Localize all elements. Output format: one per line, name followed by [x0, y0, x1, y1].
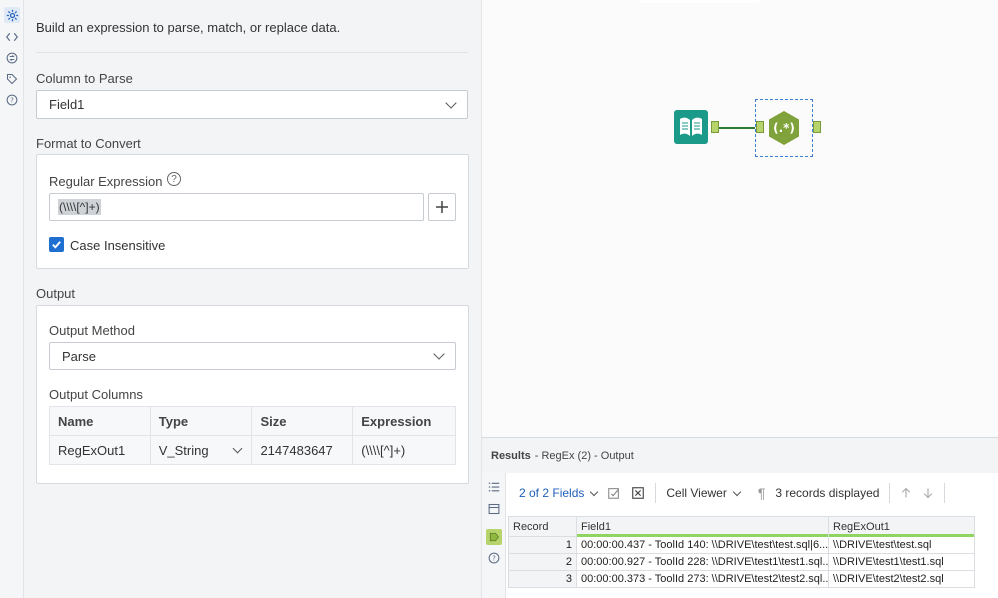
results-header: Results - RegEx (2) - Output [482, 438, 998, 473]
svg-text:?: ? [492, 555, 496, 563]
code-icon[interactable] [4, 29, 20, 45]
record-number: 2 [508, 553, 577, 571]
format-to-convert-label: Format to Convert [36, 136, 141, 151]
divider [36, 52, 468, 53]
canvas-top-highlight [639, 0, 759, 3]
output-anchor-icon[interactable] [486, 529, 502, 545]
field1-cell[interactable]: 00:00:00.373 - ToolId 273: \\DRIVE\test2… [576, 570, 829, 588]
config-icon-rail: ? [0, 0, 24, 598]
column-to-parse-value: Field1 [49, 97, 85, 112]
field1-cell[interactable]: 00:00:00.927 - ToolId 228: \\DRIVE\test1… [576, 553, 829, 571]
results-icon-rail: ? [482, 473, 506, 598]
column-header-name: Name [49, 406, 151, 436]
cell-viewer-label: Cell Viewer [666, 486, 727, 500]
plus-icon [436, 201, 448, 213]
help-icon[interactable]: ? [167, 172, 181, 186]
regex-tool-icon: (.*) [769, 111, 799, 145]
gear-icon[interactable] [4, 7, 20, 23]
regex-tool-window: ? Build an expression to parse, match, o… [0, 0, 998, 598]
output-method-value: Parse [62, 348, 96, 364]
workflow-canvas[interactable]: (.*) [481, 0, 998, 437]
edit-icon[interactable] [607, 486, 621, 500]
column-header-regexout1[interactable]: RegExOut1 [828, 516, 975, 538]
table-row[interactable]: 3 00:00:00.373 - ToolId 273: \\DRIVE\tes… [508, 570, 975, 588]
column-header-record[interactable]: Record [508, 516, 577, 537]
fields-dropdown[interactable]: 2 of 2 Fields [519, 486, 599, 500]
case-insensitive-label: Case Insensitive [70, 238, 166, 253]
results-title: Results [491, 449, 531, 462]
output-name-cell[interactable]: RegExOut1 [49, 435, 151, 465]
cell-viewer-dropdown[interactable]: Cell Viewer [666, 486, 742, 500]
regular-expression-label: Regular Expression [49, 174, 163, 189]
output-anchor[interactable] [711, 121, 719, 133]
help-icon[interactable]: ? [486, 550, 502, 566]
output-expression-cell: (\\\\[^]+) [352, 435, 456, 465]
format-to-convert-box: Regular Expression ? (\\\\[^]+) Case Ins… [36, 154, 469, 269]
svg-text:?: ? [10, 97, 14, 105]
regex-output-anchor[interactable] [813, 121, 821, 133]
connection-line[interactable] [719, 127, 755, 129]
field1-cell[interactable]: 00:00:00.437 - ToolId 140: \\DRIVE\test\… [576, 536, 829, 554]
table-row: RegExOut1 V_String 2147483647 (\\\\[^]+) [49, 435, 456, 465]
chevron-down-icon [445, 96, 457, 109]
arrow-up-icon[interactable] [900, 487, 912, 499]
pilcrow-icon[interactable]: ¶ [758, 485, 766, 501]
column-to-parse-label: Column to Parse [36, 71, 133, 86]
output-box: Output Method Parse Output Columns Name … [36, 305, 469, 484]
chevron-down-icon [233, 443, 243, 453]
results-grid: Record Field1 RegExOut1 1 00:00:00.437 -… [508, 516, 975, 588]
toolbar-divider [944, 483, 946, 503]
output-type-value: V_String [158, 442, 209, 458]
chevron-down-icon [433, 348, 445, 360]
regex-tool-glyph: (.*) [773, 121, 795, 135]
configuration-panel: Build an expression to parse, match, or … [24, 0, 481, 598]
canvas-background [482, 0, 998, 437]
output-label: Output [36, 286, 76, 301]
chevron-down-icon [590, 487, 599, 496]
results-pane: Results - RegEx (2) - Output ? 2 of 2 Fi… [481, 437, 998, 598]
output-method-label: Output Method [49, 323, 135, 338]
connections-icon[interactable] [4, 50, 20, 66]
column-header-expression: Expression [352, 406, 456, 436]
checkmark-icon [52, 241, 61, 249]
output-method-select[interactable]: Parse [49, 342, 456, 370]
column-header-type: Type [149, 406, 253, 436]
results-toolbar: 2 of 2 Fields Cell Viewer ¶ 3 records di… [507, 474, 998, 512]
tool-description: Build an expression to parse, match, or … [36, 20, 341, 35]
regular-expression-value: (\\\\[^]+) [58, 199, 101, 215]
table-icon[interactable] [486, 501, 502, 517]
column-header-size: Size [251, 406, 354, 436]
input-data-tool[interactable] [674, 110, 708, 144]
table-row[interactable]: 2 00:00:00.927 - ToolId 228: \\DRIVE\tes… [508, 553, 975, 571]
clear-filter-icon[interactable] [631, 486, 645, 500]
output-type-select[interactable]: V_String [149, 435, 253, 465]
table-row[interactable]: 1 00:00:00.437 - ToolId 140: \\DRIVE\tes… [508, 536, 975, 554]
toolbar-divider [655, 483, 657, 503]
regex-tool-selection[interactable]: (.*) [755, 99, 813, 157]
chevron-down-icon [732, 487, 742, 496]
help-icon[interactable]: ? [4, 92, 20, 108]
records-displayed: 3 records displayed [775, 486, 880, 500]
column-header-field1[interactable]: Field1 [576, 516, 829, 538]
regexout1-cell[interactable]: \\DRIVE\test\test.sql [828, 536, 975, 554]
record-number: 1 [508, 536, 577, 554]
record-number: 3 [508, 570, 577, 588]
output-columns-label: Output Columns [49, 387, 143, 402]
output-size-cell[interactable]: 2147483647 [251, 435, 354, 465]
regexout1-cell[interactable]: \\DRIVE\test2\test2.sql [828, 570, 975, 588]
toolbar-divider [889, 483, 891, 503]
results-subtitle: - RegEx (2) - Output [534, 449, 634, 462]
arrow-down-icon[interactable] [922, 487, 934, 499]
insert-token-button[interactable] [428, 193, 456, 221]
tag-icon[interactable] [4, 71, 20, 87]
book-icon [680, 117, 702, 136]
regular-expression-input[interactable]: (\\\\[^]+) [49, 193, 424, 221]
column-to-parse-select[interactable]: Field1 [36, 90, 468, 119]
output-columns-table: Name Type Size Expression RegExOut1 V_St… [49, 406, 456, 465]
case-insensitive-checkbox[interactable] [49, 237, 64, 252]
fields-label: 2 of 2 Fields [519, 486, 585, 500]
regexout1-cell[interactable]: \\DRIVE\test1\test1.sql [828, 553, 975, 571]
list-icon[interactable] [486, 479, 502, 495]
